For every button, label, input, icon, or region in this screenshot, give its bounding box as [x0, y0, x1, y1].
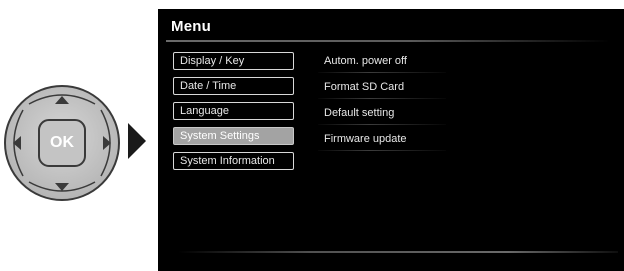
menu-title: Menu [171, 18, 211, 35]
menu-item-system-settings[interactable]: System Settings [173, 127, 294, 145]
menu-item-label: System Information [180, 155, 275, 167]
menu-item-system-information[interactable]: System Information [173, 152, 294, 170]
menu-item-display-key[interactable]: Display / Key [173, 52, 294, 70]
ok-button-label: OK [50, 134, 74, 151]
bottom-divider [178, 251, 618, 253]
title-divider [166, 40, 610, 42]
submenu-item-format-sd-card[interactable]: Format SD Card [318, 80, 446, 102]
dpad-keypad: OK [0, 0, 140, 271]
menu-item-label: System Settings [180, 130, 260, 142]
menu-item-language[interactable]: Language [173, 102, 294, 120]
pointer-arrow-icon [128, 123, 146, 159]
menu-item-label: Date / Time [180, 80, 237, 92]
submenu-item-auto-power-off[interactable]: Autom. power off [318, 54, 446, 76]
submenu-item-firmware-update[interactable]: Firmware update [318, 132, 446, 154]
submenu-item-label: Format SD Card [324, 81, 405, 93]
submenu-item-default-setting[interactable]: Default setting [318, 106, 446, 128]
menu-item-label: Language [180, 105, 229, 117]
device-screen: Menu Display / Key Date / Time Language … [158, 9, 624, 271]
submenu-item-label: Autom. power off [324, 55, 407, 67]
submenu-list: Autom. power off Format SD Card Default … [318, 54, 446, 158]
menu-item-date-time[interactable]: Date / Time [173, 77, 294, 95]
submenu-item-label: Default setting [324, 107, 395, 119]
main-menu-list: Display / Key Date / Time Language Syste… [173, 52, 294, 177]
submenu-item-label: Firmware update [324, 133, 407, 145]
menu-item-label: Display / Key [180, 55, 245, 67]
